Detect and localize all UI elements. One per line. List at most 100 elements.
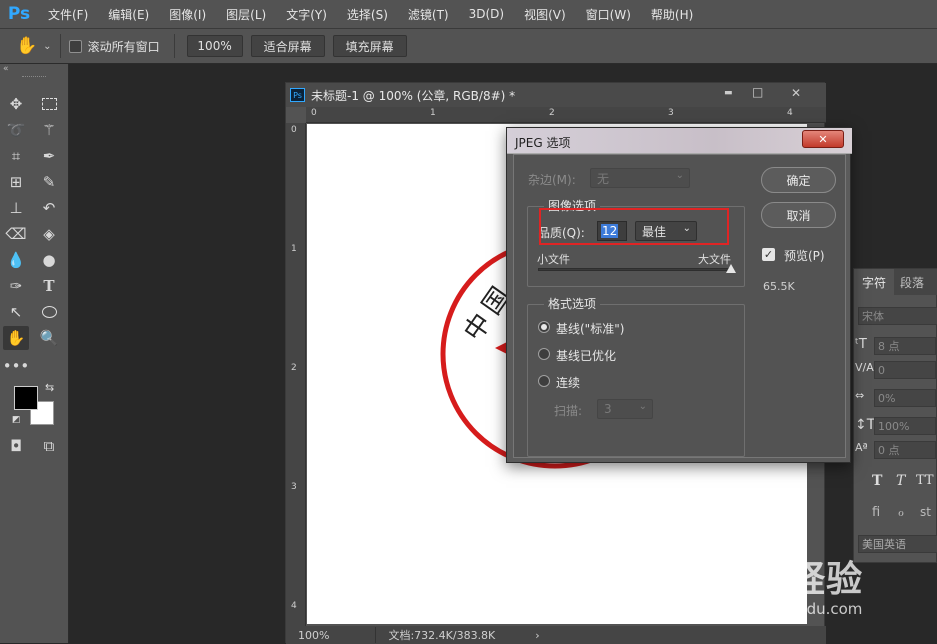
baseline-shift-field[interactable]: 0 点 — [874, 441, 936, 459]
scans-select[interactable]: 3 ⌄ — [597, 399, 653, 419]
vertical-scale-field[interactable]: 100% — [874, 417, 936, 435]
ruler-vertical[interactable]: 0 1 2 3 4 — [286, 123, 306, 626]
eyedropper-icon[interactable]: ✒ — [36, 144, 62, 168]
quality-slider-track[interactable] — [538, 268, 732, 271]
cancel-button[interactable]: 取消 — [761, 202, 836, 228]
jpeg-options-dialog: JPEG 选项 ✕ 杂边(M): 无 ⌄ 图像选项 品质(Q): 12 最佳 ⌄… — [506, 127, 852, 463]
tracking-field[interactable]: 0% — [874, 389, 936, 407]
paint-bucket-icon[interactable]: ◈ — [36, 222, 62, 246]
document-title: 未标题-1 @ 100% (公章, RGB/8#) * — [311, 88, 516, 103]
document-title-bar[interactable]: Ps 未标题-1 @ 100% (公章, RGB/8#) * ▬ □ ✕ — [286, 83, 826, 107]
quick-mask-icon[interactable]: ◘ — [3, 434, 29, 458]
tracking-icon: ⇔ — [855, 389, 865, 402]
more-tools-icon[interactable]: ••• — [3, 354, 30, 378]
dodge-icon[interactable]: ● — [36, 248, 62, 272]
grip — [22, 76, 46, 78]
ruler-horizontal[interactable]: 0 1 2 3 4 — [306, 107, 826, 123]
tab-character[interactable]: 字符 — [854, 269, 895, 295]
tab-paragraph[interactable]: 段落 — [894, 274, 930, 291]
scroll-all-windows-label: 滚动所有窗口 — [87, 39, 160, 54]
marquee-icon[interactable] — [36, 92, 62, 116]
magic-wand-icon[interactable]: ⚚ — [36, 118, 62, 142]
panel-tabs: 字符 段落 — [854, 269, 937, 295]
kerning-field[interactable]: 0 — [874, 361, 936, 379]
screen-mode-icon[interactable]: ⧉ — [36, 434, 62, 458]
crop-icon[interactable]: ⌗ — [3, 144, 29, 168]
discretionary-ligature-icon[interactable]: st — [920, 505, 931, 519]
zoom-100-button[interactable]: 100% — [186, 35, 243, 57]
menu-help[interactable]: 帮助(H) — [641, 6, 703, 23]
ruler-mark: 1 — [291, 244, 297, 254]
format-progressive-label[interactable]: 连续 — [556, 374, 580, 391]
swap-colors-icon[interactable]: ⇆ — [45, 381, 54, 394]
menu-file[interactable]: 文件(F) — [38, 6, 98, 23]
font-family-field[interactable]: 宋体 — [858, 307, 937, 325]
dialog-title-bar[interactable]: JPEG 选项 ✕ — [507, 128, 852, 154]
watermark-brand: Bai経验 — [722, 559, 864, 600]
baseline-shift-icon: Aª — [855, 441, 868, 454]
eraser-icon[interactable]: ⌫ — [3, 222, 29, 246]
ligature-icon[interactable]: ﬁ — [872, 505, 880, 520]
menu-layer[interactable]: 图层(L) — [216, 6, 276, 23]
menu-type[interactable]: 文字(Y) — [276, 6, 337, 23]
character-panel: 字符 段落 宋体 ᵗT 8 点 V/A 0 ⇔ 0% ↕T 100% Aª 0 … — [853, 268, 937, 563]
ruler-mark: 2 — [291, 363, 297, 373]
menu-3d[interactable]: 3D(D) — [459, 7, 514, 21]
preview-label[interactable]: 预览(P) — [784, 247, 825, 264]
history-brush-icon[interactable]: ↶ — [36, 196, 62, 220]
format-baseline-standard-label[interactable]: 基线("标准") — [556, 320, 624, 337]
matte-select[interactable]: 无 ⌄ — [590, 168, 690, 188]
old-style-icon[interactable]: ℴ — [898, 505, 904, 520]
menu-filter[interactable]: 滤镜(T) — [398, 6, 459, 23]
faux-italic-icon[interactable]: T — [896, 473, 905, 489]
font-size-field[interactable]: 8 点 — [874, 337, 936, 355]
move-icon[interactable]: ✥ — [3, 92, 29, 116]
menu-edit[interactable]: 编辑(E) — [98, 6, 159, 23]
format-baseline-optimized-radio[interactable] — [538, 348, 550, 360]
format-baseline-optimized-label[interactable]: 基线已优化 — [556, 347, 616, 364]
all-caps-icon[interactable]: TT — [916, 473, 934, 488]
preview-checkbox[interactable]: ✓ — [762, 248, 775, 261]
scroll-all-windows-checkbox[interactable] — [68, 39, 82, 53]
default-colors-icon[interactable]: ◩ — [12, 415, 21, 425]
hand-icon[interactable]: ✋ — [3, 326, 29, 350]
menu-select[interactable]: 选择(S) — [337, 6, 398, 23]
scans-label: 扫描: — [554, 404, 583, 418]
ruler-mark: 1 — [430, 108, 436, 118]
brush-icon[interactable]: ✎ — [36, 170, 62, 194]
fit-screen-button[interactable]: 适合屏幕 — [250, 35, 325, 57]
ellipse-icon[interactable] — [36, 300, 62, 324]
format-progressive-radio[interactable] — [538, 375, 550, 387]
fill-screen-button[interactable]: 填充屏幕 — [332, 35, 407, 57]
type-icon[interactable]: T — [36, 274, 62, 298]
matte-label: 杂边(M): — [528, 173, 576, 187]
faux-bold-icon[interactable]: T — [872, 473, 882, 489]
menu-image[interactable]: 图像(I) — [159, 6, 216, 23]
foreground-color-swatch[interactable] — [14, 386, 38, 410]
quality-slider-thumb[interactable] — [726, 264, 736, 273]
file-size-readout: 65.5K — [763, 280, 795, 293]
menu-view[interactable]: 视图(V) — [514, 6, 576, 23]
menu-window[interactable]: 窗口(W) — [576, 6, 641, 23]
blur-icon[interactable]: 💧 — [3, 248, 29, 272]
maximize-button[interactable]: □ — [752, 85, 763, 99]
collapse-icon[interactable]: « — [3, 64, 9, 74]
stamp-icon[interactable]: ⊥ — [3, 196, 29, 220]
healing-icon[interactable]: ⊞ — [3, 170, 29, 194]
chevron-down-icon[interactable]: ⌄ — [43, 41, 51, 52]
pen-icon[interactable]: ✑ — [3, 274, 29, 298]
hand-tool-preset-icon[interactable]: ✋ — [16, 36, 37, 56]
close-button[interactable]: ✕ — [791, 86, 801, 100]
format-baseline-standard-radio[interactable] — [538, 321, 550, 333]
scans-value: 3 — [604, 402, 612, 416]
ok-button[interactable]: 确定 — [761, 167, 836, 193]
lasso-icon[interactable]: ➰ — [3, 118, 29, 142]
chevron-right-icon[interactable]: › — [535, 629, 539, 642]
dialog-close-button[interactable]: ✕ — [802, 130, 844, 148]
status-zoom[interactable]: 100% — [298, 629, 329, 642]
path-select-icon[interactable]: ↖ — [3, 300, 29, 324]
dialog-title: JPEG 选项 — [515, 136, 571, 150]
zoom-icon[interactable]: 🔍 — [36, 326, 62, 350]
vertical-scale-icon: ↕T — [855, 417, 876, 433]
minimize-button[interactable]: ▬ — [724, 88, 733, 98]
